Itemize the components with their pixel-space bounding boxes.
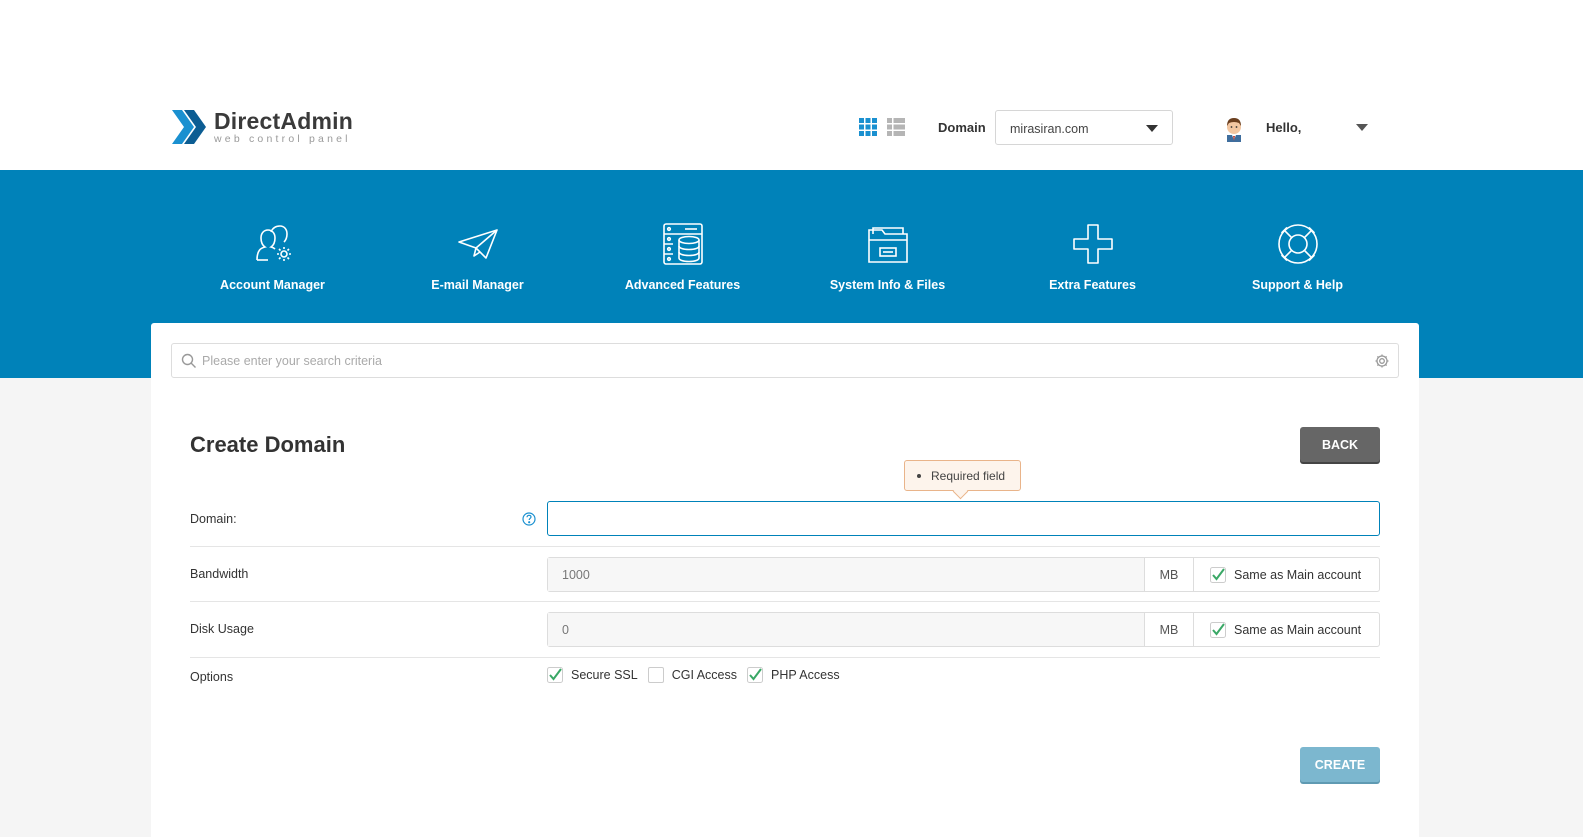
nav-label: E-mail Manager [431, 278, 524, 292]
gear-icon[interactable] [1374, 353, 1390, 369]
bandwidth-same-label: Same as Main account [1234, 567, 1362, 582]
nav-label: Account Manager [220, 278, 325, 292]
nav-system-info-files[interactable]: System Info & Files [785, 170, 990, 320]
divider [190, 601, 1380, 602]
nav-email-manager[interactable]: E-mail Manager [375, 170, 580, 320]
bandwidth-same-checkbox[interactable]: Same as Main account [1194, 558, 1379, 591]
nav-label: Support & Help [1252, 278, 1343, 292]
lifebuoy-icon [1277, 224, 1318, 264]
nav-support-help[interactable]: Support & Help [1195, 170, 1400, 320]
view-toggle [859, 118, 905, 136]
cgi-access-checkbox[interactable]: CGI Access [647, 667, 738, 683]
check-icon [547, 667, 563, 683]
grid-view-icon[interactable] [859, 118, 877, 136]
content-card: Create Domain BACK Required field Domain… [151, 323, 1419, 837]
server-database-icon [662, 223, 703, 265]
options-group: Secure SSL CGI Access PHP Access [547, 667, 850, 683]
domain-select-label: Domain [938, 120, 986, 135]
disk-usage-input[interactable]: 0 [548, 613, 1145, 646]
bandwidth-label: Bandwidth [190, 567, 249, 581]
search-icon [181, 353, 196, 368]
check-icon [1210, 621, 1226, 638]
user-menu-chevron-icon[interactable] [1356, 124, 1368, 131]
check-icon [747, 667, 764, 683]
list-view-icon[interactable] [887, 118, 905, 136]
tooltip-text: Required field [931, 469, 1006, 483]
bandwidth-input[interactable]: 1000 [548, 558, 1145, 591]
user-greeting: Hello, [1266, 120, 1302, 135]
folder-icon [867, 227, 908, 263]
check-icon [1210, 566, 1226, 583]
required-field-tooltip: Required field [904, 460, 1021, 491]
option-label: CGI Access [671, 668, 738, 682]
nav-advanced-features[interactable]: Advanced Features [580, 170, 785, 320]
option-label: PHP Access [771, 668, 840, 682]
disk-usage-label: Disk Usage [190, 622, 254, 636]
divider [190, 546, 1380, 547]
nav-label: Extra Features [1049, 278, 1136, 292]
users-gear-icon [255, 225, 291, 261]
nav-extra-features[interactable]: Extra Features [990, 170, 1195, 320]
domain-select[interactable]: mirasiran.com [995, 110, 1173, 145]
chevron-down-icon [1146, 125, 1158, 132]
php-access-checkbox[interactable]: PHP Access [747, 667, 840, 683]
domain-input[interactable] [547, 501, 1380, 536]
plus-icon [1072, 224, 1113, 264]
domain-field-label: Domain: [190, 512, 237, 526]
bullet [917, 473, 921, 478]
empty-checkbox-icon [647, 667, 664, 683]
search-bar [171, 343, 1399, 378]
options-label: Options [190, 670, 234, 684]
logo-title: DirectAdmin [214, 107, 353, 134]
secure-ssl-checkbox[interactable]: Secure SSL [547, 667, 638, 683]
logo-subtitle: web control panel [214, 132, 351, 145]
nav-label: System Info & Files [829, 278, 946, 292]
disk-usage-group: 0 MB Same as Main account [547, 612, 1380, 647]
search-input[interactable] [202, 352, 1362, 370]
avatar[interactable] [1222, 114, 1246, 142]
disk-usage-unit: MB [1145, 613, 1194, 646]
disk-same-label: Same as Main account [1234, 622, 1362, 637]
paper-plane-icon [457, 229, 498, 259]
domain-select-value: mirasiran.com [1010, 122, 1089, 136]
back-button[interactable]: BACK [1300, 427, 1380, 462]
nav-label: Advanced Features [624, 278, 741, 292]
create-button[interactable]: CREATE [1300, 747, 1380, 782]
help-icon[interactable] [522, 512, 536, 526]
bandwidth-unit: MB [1145, 558, 1194, 591]
logo-chevrons-icon [172, 110, 206, 144]
page-title: Create Domain [190, 432, 346, 457]
divider [190, 657, 1380, 658]
logo[interactable]: DirectAdmin web control panel [170, 106, 353, 148]
bandwidth-group: 1000 MB Same as Main account [547, 557, 1380, 592]
option-label: Secure SSL [571, 668, 638, 682]
disk-same-checkbox[interactable]: Same as Main account [1194, 613, 1379, 646]
main-nav: Account Manager E-mail Manager Advanced … [170, 170, 1400, 320]
nav-account-manager[interactable]: Account Manager [170, 170, 375, 320]
